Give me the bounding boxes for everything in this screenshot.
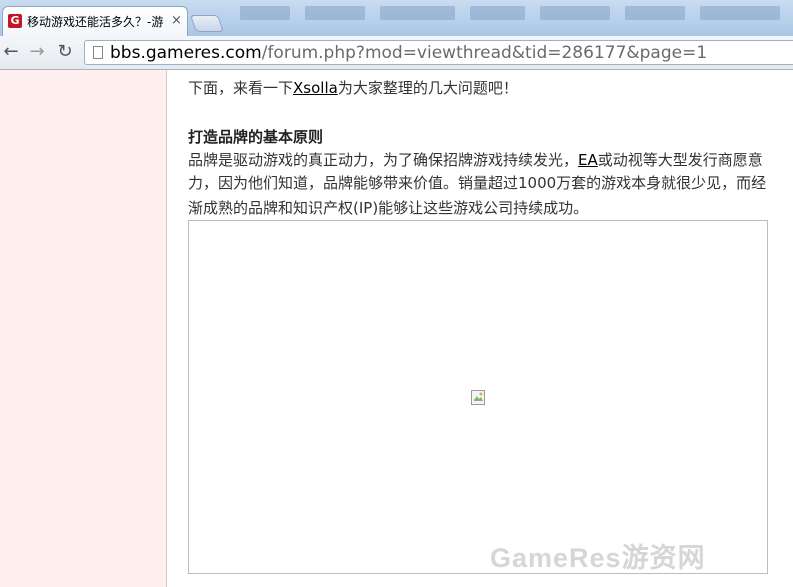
address-bar[interactable]: bbs.gameres.com/forum.php?mod=viewthread… — [84, 40, 793, 65]
reload-icon[interactable]: ↻ — [54, 41, 76, 63]
paragraph-line-2: 力，因为他们知道，品牌能够带来价值。销量超过1000万套的游戏本身就很少见，而经 — [188, 174, 767, 192]
xsolla-link[interactable]: Xsolla — [293, 79, 338, 97]
active-tab[interactable]: G 移动游戏还能活多久？-游 × — [2, 6, 188, 36]
url-host: bbs.gameres.com — [110, 43, 262, 63]
intro-prefix: 下面，来看一下 — [188, 79, 294, 97]
background-blur — [305, 6, 365, 20]
url-path: /forum.php?mod=viewthread&tid=286177&pag… — [261, 43, 708, 63]
gameres-watermark: GameRes游资网 — [490, 543, 706, 573]
ea-link[interactable]: EA — [578, 151, 598, 169]
new-tab-button[interactable] — [189, 15, 225, 32]
article-image-placeholder — [188, 220, 768, 574]
intro-line: 下面，来看一下Xsolla为大家整理的几大问题吧！ — [188, 77, 518, 99]
background-blur — [470, 6, 525, 20]
forward-arrow-icon[interactable]: → — [26, 41, 48, 63]
paragraph-line-1: 品牌是驱动游戏的真正动力，为了确保招牌游戏持续发光，EA或动视等大型发行商愿意 — [188, 149, 763, 171]
page-icon — [93, 46, 103, 59]
tab-title: 移动游戏还能活多久？-游 — [27, 15, 164, 29]
background-blur — [240, 6, 290, 20]
background-blur — [540, 6, 610, 20]
back-arrow-icon[interactable]: ← — [0, 41, 22, 63]
background-blur — [625, 6, 685, 20]
tab-strip: G 移动游戏还能活多久？-游 × — [0, 0, 793, 36]
intro-suffix: 为大家整理的几大问题吧！ — [337, 79, 518, 97]
background-blur — [700, 6, 780, 20]
broken-image-icon — [471, 390, 485, 405]
url-text: bbs.gameres.com/forum.php?mod=viewthread… — [110, 42, 707, 64]
background-blur — [380, 6, 455, 20]
paragraph-line-3: 渐成熟的品牌和知识产权(IP)能够让这些游戏公司持续成功。 — [188, 199, 589, 217]
close-tab-icon[interactable]: × — [171, 13, 182, 29]
section-heading: 打造品牌的基本原则 — [188, 128, 324, 146]
para-text: 品牌是驱动游戏的真正动力，为了确保招牌游戏持续发光， — [188, 151, 579, 169]
browser-toolbar: ← → ↻ bbs.gameres.com/forum.php?mod=view… — [0, 36, 793, 70]
gameres-favicon-icon: G — [8, 14, 22, 28]
left-sidebar — [0, 70, 167, 587]
para-text: 或动视等大型发行商愿意 — [597, 151, 763, 169]
